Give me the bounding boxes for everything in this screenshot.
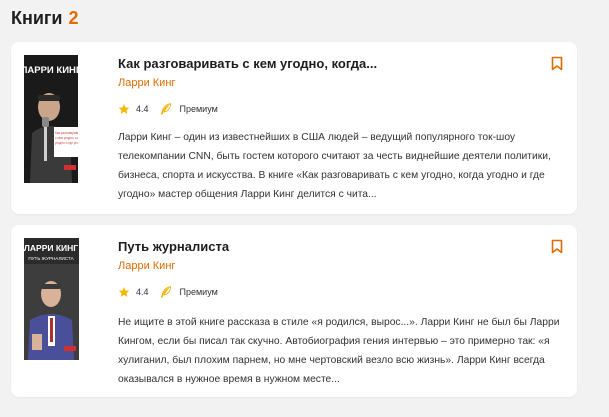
svg-text:Как разговаривать: Как разговаривать bbox=[55, 131, 78, 135]
book-meta: 4.4 Премиум bbox=[118, 102, 218, 116]
cover-author-name: ЛАРРИ КИНГ bbox=[24, 243, 78, 253]
section-title: Книги 2 bbox=[11, 8, 79, 29]
book-count: 2 bbox=[68, 8, 79, 28]
book-description: Ларри Кинг – один из известнейших в США … bbox=[118, 132, 551, 200]
book-title[interactable]: Путь журналиста bbox=[118, 239, 229, 254]
book-description: Не ищите в этой книге рассказа в стиле «… bbox=[118, 317, 560, 385]
bookmark-icon[interactable] bbox=[551, 56, 563, 71]
book-author[interactable]: Ларри Кинг bbox=[118, 77, 175, 89]
premium-badge: Премиум bbox=[179, 104, 218, 114]
star-icon bbox=[118, 104, 130, 114]
book-card[interactable]: ЛАРРИ КИНГ Как разговаривать с кем угодн… bbox=[11, 42, 577, 214]
feather-icon bbox=[160, 286, 171, 298]
rating-value: 4.4 bbox=[136, 287, 149, 297]
book-author[interactable]: Ларри Кинг bbox=[118, 260, 175, 272]
bookmark-icon[interactable] bbox=[551, 239, 563, 254]
book-cover[interactable]: ЛАРРИ КИНГ Как разговаривать с кем угодн… bbox=[24, 55, 78, 183]
cover-author-name: ЛАРРИ КИНГ bbox=[24, 65, 78, 76]
premium-badge: Премиум bbox=[179, 287, 218, 297]
star-icon bbox=[118, 287, 130, 297]
svg-text:угодно и где угодно: угодно и где угодно bbox=[55, 141, 78, 145]
cover-subtitle: ПУТЬ ЖУРНАЛИСТА bbox=[28, 256, 74, 261]
feather-icon bbox=[160, 103, 171, 115]
book-meta: 4.4 Премиум bbox=[118, 285, 218, 299]
rating-value: 4.4 bbox=[136, 104, 149, 114]
svg-text:с кем угодно, когда: с кем угодно, когда bbox=[55, 136, 78, 140]
book-card[interactable]: ЛАРРИ КИНГ ПУТЬ ЖУРНАЛИСТА Путь журналис… bbox=[11, 225, 577, 397]
section-title-text: Книги bbox=[11, 8, 63, 28]
book-title[interactable]: Как разговаривать с кем угодно, когда... bbox=[118, 56, 377, 71]
book-cover[interactable]: ЛАРРИ КИНГ ПУТЬ ЖУРНАЛИСТА bbox=[24, 238, 79, 360]
